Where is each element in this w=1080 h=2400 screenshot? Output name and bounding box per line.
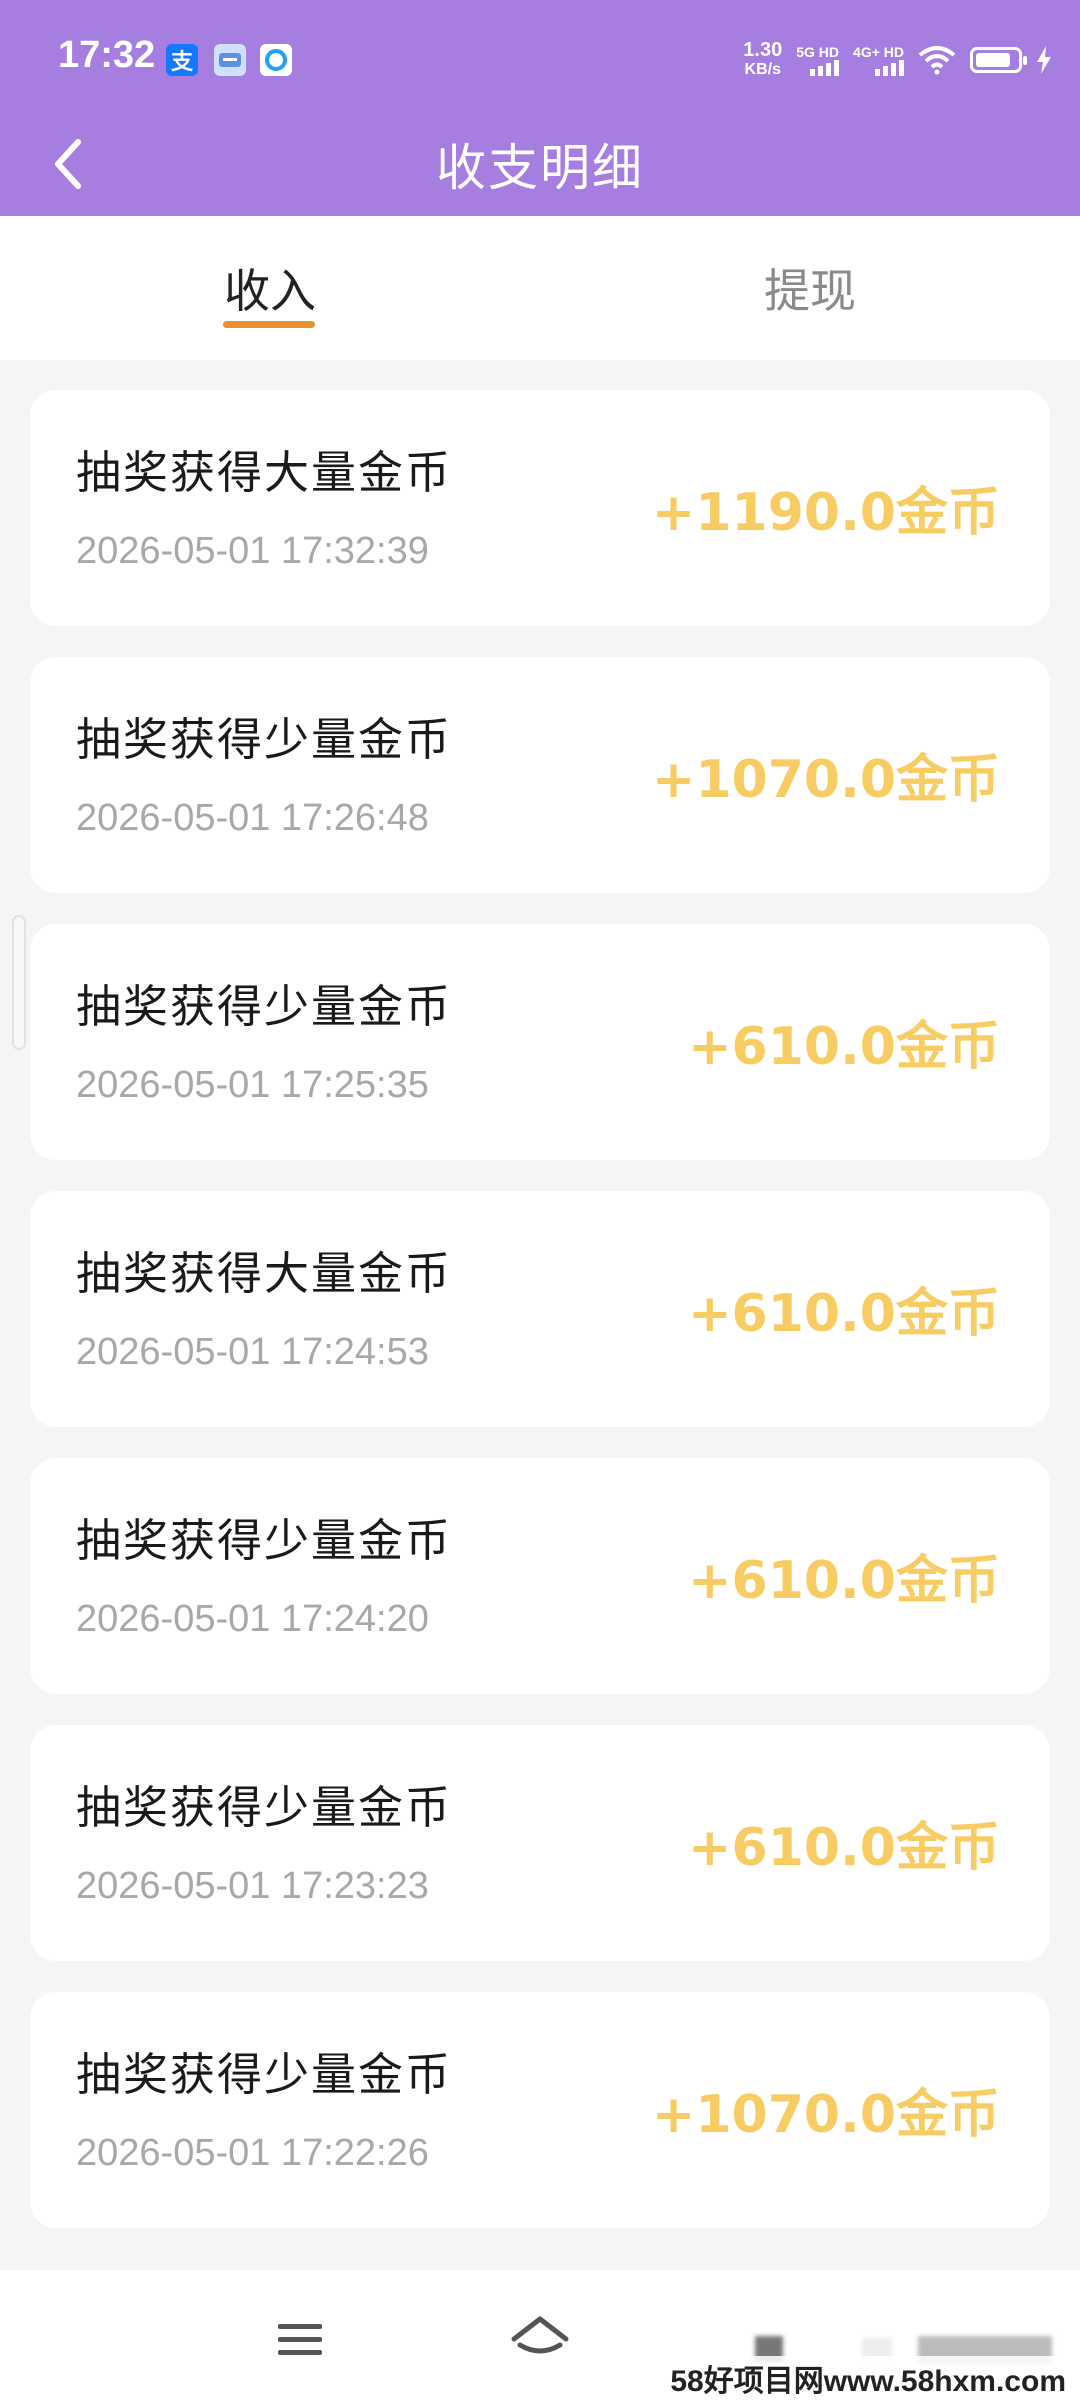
list-item[interactable]: 抽奖获得少量金币 2026-05-01 17:23:23 +610.0金币	[30, 1725, 1050, 1961]
record-amount: +610.0金币	[687, 1818, 1000, 1878]
net-speed: 1.30 KB/s	[743, 40, 782, 80]
app-icon	[214, 44, 246, 76]
list-item[interactable]: 抽奖获得大量金币 2026-05-01 17:24:53 +610.0金币	[30, 1191, 1050, 1427]
page-title: 收支明细	[436, 139, 644, 197]
status-bar: 17:32 支 1.30 KB/s 5G HD 4G+ HD	[0, 0, 1080, 118]
record-time: 2026-05-01 17:24:53	[76, 1331, 429, 1373]
battery-icon	[970, 47, 1027, 73]
record-title: 抽奖获得少量金币	[76, 1781, 453, 1834]
record-time: 2026-05-01 17:22:26	[76, 2132, 429, 2174]
list-item[interactable]: 抽奖获得少量金币 2026-05-01 17:26:48 +1070.0金币	[30, 657, 1050, 893]
record-amount: +610.0金币	[687, 1284, 1000, 1344]
home-icon	[511, 2316, 569, 2354]
list-item[interactable]: 抽奖获得少量金币 2026-05-01 17:22:26 +1070.0金币	[30, 1992, 1050, 2228]
record-amount: +1070.0金币	[651, 750, 1000, 810]
record-amount: +1070.0金币	[651, 2085, 1000, 2145]
tab-income[interactable]: 收入	[0, 216, 540, 360]
tab-withdraw[interactable]: 提现	[540, 216, 1080, 360]
sim1-label: 5G HD	[796, 44, 840, 60]
app-header: 17:32 支 1.30 KB/s 5G HD 4G+ HD 收支明细	[0, 0, 1080, 216]
records-list: 抽奖获得大量金币 2026-05-01 17:32:39 +1190.0金币 抽…	[30, 390, 1050, 2259]
record-title: 抽奖获得少量金币	[76, 1514, 453, 1567]
sim2-signal-icon: 4G+ HD	[853, 44, 904, 76]
status-indicators: 1.30 KB/s 5G HD 4G+ HD	[743, 36, 1052, 84]
record-time: 2026-05-01 17:23:23	[76, 1865, 429, 1907]
nav-bar: 收支明细	[0, 118, 1080, 216]
record-title: 抽奖获得少量金币	[76, 980, 453, 1033]
tab-bar: 收入 提现	[0, 216, 1080, 360]
record-amount: +1190.0金币	[651, 483, 1000, 543]
record-title: 抽奖获得大量金币	[76, 1247, 453, 1300]
wifi-icon	[918, 46, 956, 75]
menu-icon	[278, 2324, 322, 2355]
record-title: 抽奖获得少量金币	[76, 2048, 453, 2101]
record-time: 2026-05-01 17:24:20	[76, 1598, 429, 1640]
list-item[interactable]: 抽奖获得少量金币 2026-05-01 17:24:20 +610.0金币	[30, 1458, 1050, 1694]
alipay-icon: 支	[166, 44, 198, 76]
record-amount: +610.0金币	[687, 1017, 1000, 1077]
status-time: 17:32	[58, 34, 156, 76]
record-amount: +610.0金币	[687, 1551, 1000, 1611]
charging-icon	[1037, 46, 1051, 74]
watermark: 58好项目网www.58hxm.com	[670, 2356, 1066, 2400]
record-time: 2026-05-01 17:32:39	[76, 530, 429, 572]
record-time: 2026-05-01 17:26:48	[76, 797, 429, 839]
sim2-label: 4G+ HD	[853, 44, 904, 60]
record-title: 抽奖获得少量金币	[76, 713, 453, 766]
scroll-indicator[interactable]	[12, 915, 26, 1050]
list-item[interactable]: 抽奖获得大量金币 2026-05-01 17:32:39 +1190.0金币	[30, 390, 1050, 626]
tab-income-label: 收入	[224, 264, 316, 318]
record-time: 2026-05-01 17:25:35	[76, 1064, 429, 1106]
home-button[interactable]	[500, 2310, 580, 2370]
menu-button[interactable]	[260, 2310, 340, 2370]
list-item[interactable]: 抽奖获得少量金币 2026-05-01 17:25:35 +610.0金币	[30, 924, 1050, 1160]
record-title: 抽奖获得大量金币	[76, 446, 453, 499]
sim1-signal-icon: 5G HD	[796, 44, 840, 76]
active-tab-indicator	[223, 321, 315, 328]
tab-withdraw-label: 提现	[764, 264, 856, 318]
net-speed-unit: KB/s	[744, 61, 781, 78]
browser-icon	[260, 44, 292, 76]
net-speed-value: 1.30	[743, 39, 783, 61]
